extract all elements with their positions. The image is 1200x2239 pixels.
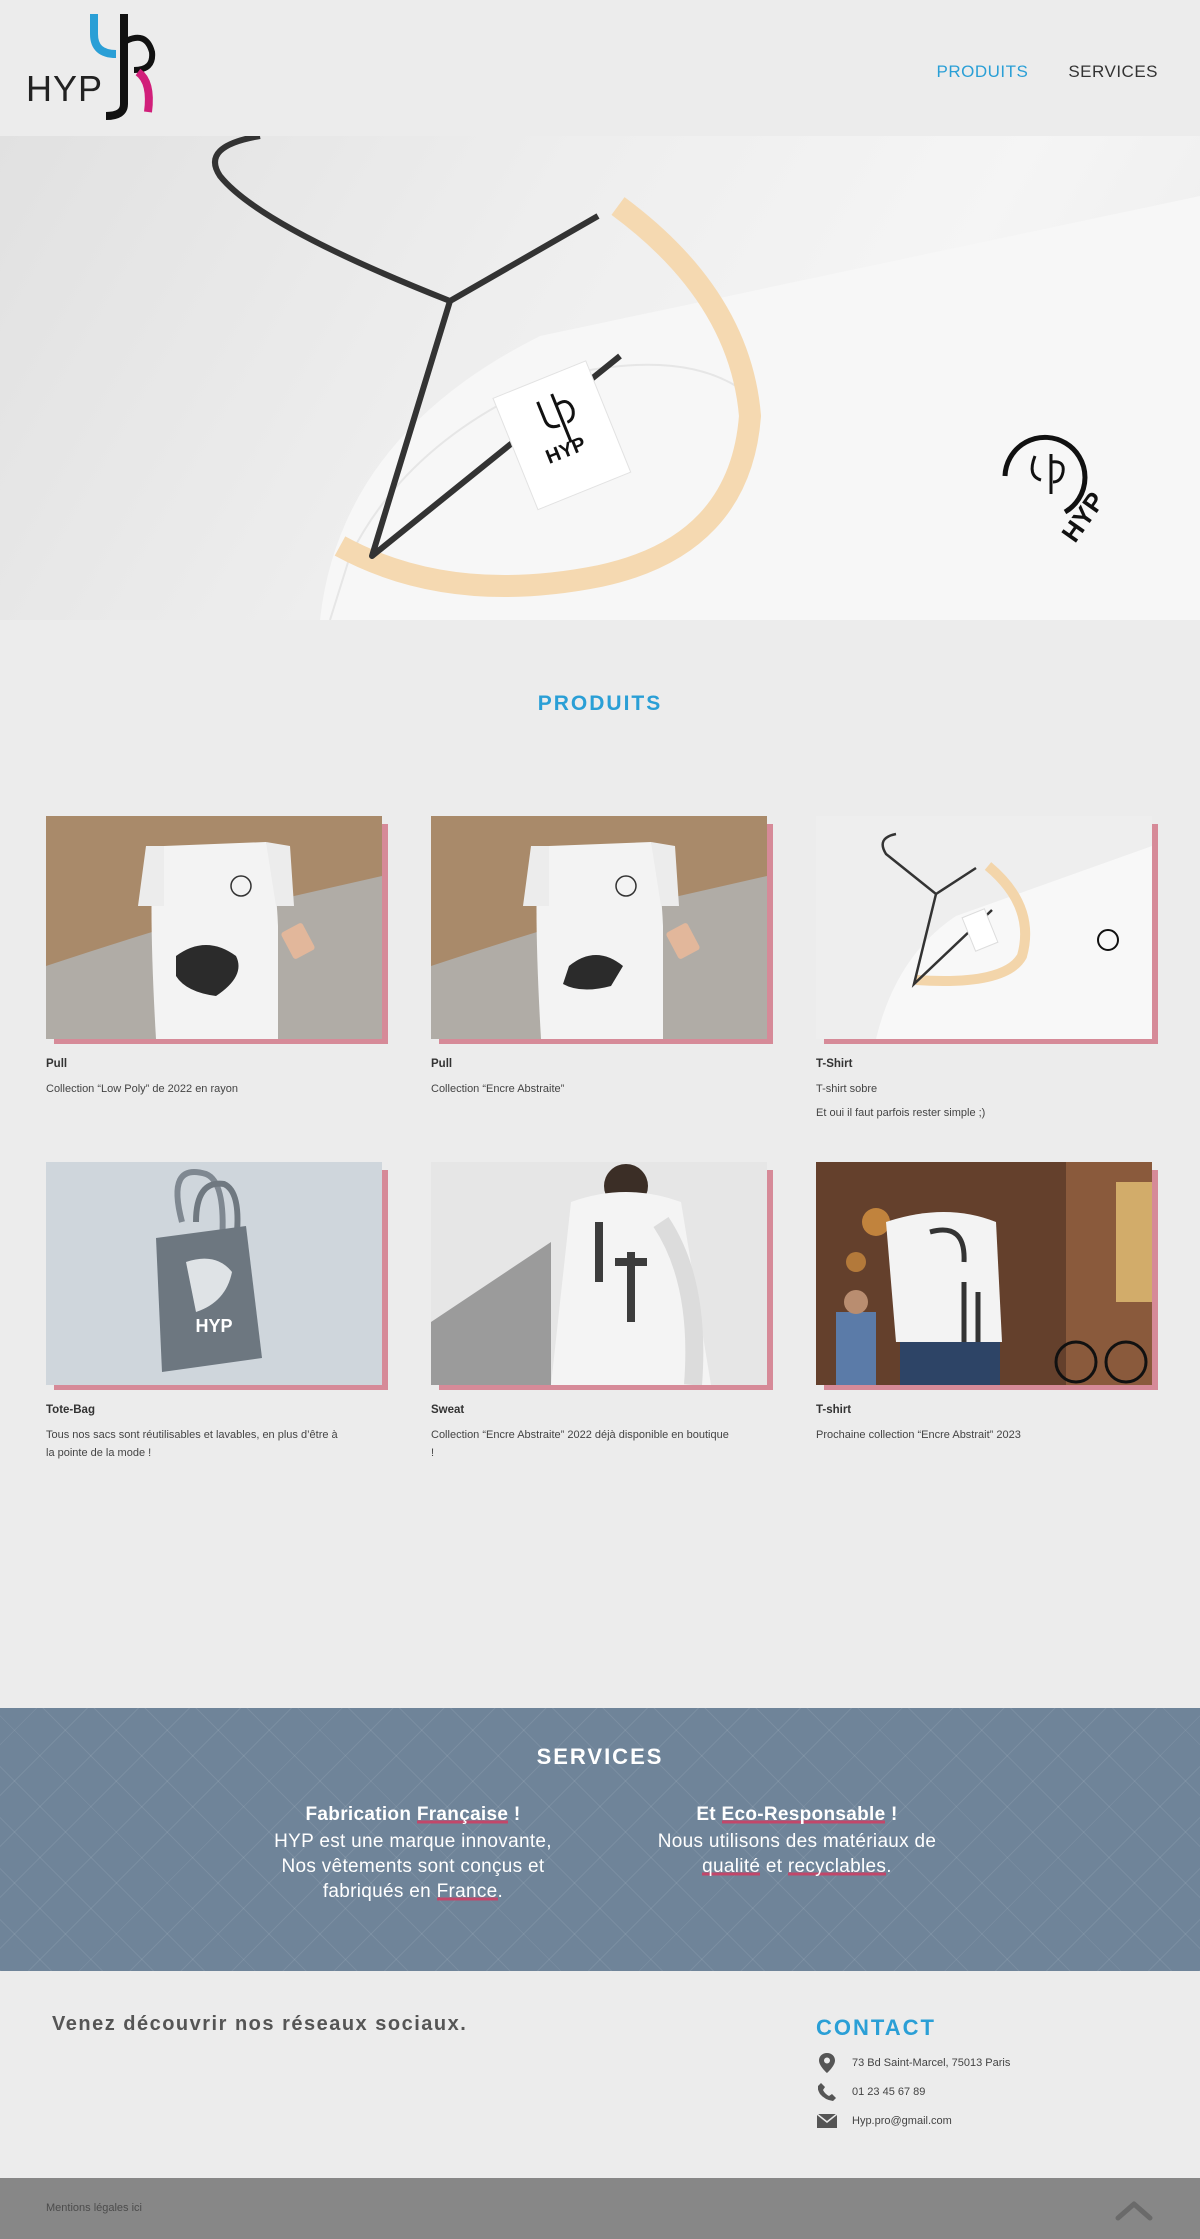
product-title: Pull	[431, 1058, 453, 1070]
location-pin-icon	[816, 2053, 838, 2073]
contact-address: 73 Bd Saint-Marcel, 75013 Paris	[816, 2053, 1010, 2073]
product-description: Collection “Encre Abstraite” 2022 déjà d…	[431, 1429, 729, 1459]
mail-icon	[816, 2111, 838, 2131]
hero-banner: HYP HYP	[0, 136, 1200, 620]
product-title: T-shirt	[816, 1404, 852, 1416]
service-eco: Et Eco-Responsable ! Nous utilisons des …	[657, 1804, 937, 1877]
services-section: SERVICES Fabrication Française ! HYP est…	[0, 1708, 1200, 1971]
product-description: Collection “Low Poly” de 2022 en rayon	[46, 1083, 239, 1095]
legal-link[interactable]: Mentions légales ici	[46, 2202, 142, 2214]
product-card[interactable]: Sweat Collection “Encre Abstraite” 2022 …	[431, 1162, 773, 1462]
product-image-tshirt[interactable]	[816, 816, 1152, 1039]
logo-text: HYP	[26, 68, 104, 109]
main-nav: PRODUITS SERVICES	[936, 62, 1158, 82]
product-card[interactable]: T-shirt Prochaine collection “Encre Abst…	[816, 1162, 1158, 1444]
footer-contact: Venez découvrir nos réseaux sociaux. CON…	[0, 1971, 1200, 2178]
contact-email[interactable]: Hyp.pro@gmail.com	[816, 2111, 952, 2131]
brand-logo[interactable]: HYP	[24, 12, 184, 120]
product-description: Prochaine collection “Encre Abstrait” 20…	[816, 1429, 1021, 1441]
products-heading: PRODUITS	[537, 692, 663, 715]
product-title: Pull	[46, 1058, 68, 1070]
product-description: Et oui il faut parfois rester simple ;)	[816, 1107, 986, 1119]
phone-icon	[816, 2082, 838, 2102]
product-description: T-shirt sobre	[816, 1083, 878, 1095]
contact-heading: CONTACT	[816, 2015, 936, 2040]
product-image-tote-bag[interactable]: HYP	[46, 1162, 382, 1385]
product-description: Tous nos sacs sont réutilisables et lava…	[46, 1429, 338, 1459]
product-title: T-Shirt	[816, 1058, 853, 1070]
product-image-tshirt-model[interactable]	[816, 1162, 1152, 1385]
nav-produits[interactable]: PRODUITS	[936, 62, 1028, 82]
product-image-pull-low-poly[interactable]	[46, 816, 382, 1039]
product-card[interactable]: Pull Collection “Low Poly” de 2022 en ra…	[46, 816, 388, 1098]
tote-print-text: HYP	[195, 1316, 232, 1336]
site-header: HYP PRODUITS SERVICES	[0, 0, 1200, 136]
nav-services[interactable]: SERVICES	[1068, 62, 1158, 82]
service-fabrication: Fabrication Française ! HYP est une marq…	[274, 1804, 552, 1902]
chevron-up-icon[interactable]	[1114, 2198, 1154, 2222]
product-image-sweat[interactable]	[431, 1162, 767, 1385]
product-card[interactable]: T-Shirt T-shirt sobre Et oui il faut par…	[816, 816, 1158, 1122]
product-description: Collection “Encre Abstraite”	[431, 1083, 565, 1095]
hero-tshirt-illustration: HYP HYP	[212, 136, 1200, 620]
social-callout: Venez découvrir nos réseaux sociaux.	[52, 2013, 468, 2035]
product-image-pull-encre[interactable]	[431, 816, 767, 1039]
product-card[interactable]: HYP Tote-Bag Tous nos sacs sont réutilis…	[46, 1162, 388, 1462]
product-card[interactable]: Pull Collection “Encre Abstraite”	[431, 816, 773, 1098]
product-title: Tote-Bag	[46, 1404, 95, 1416]
contact-phone[interactable]: 01 23 45 67 89	[816, 2082, 925, 2102]
services-heading: SERVICES	[536, 1744, 664, 1769]
product-title: Sweat	[431, 1404, 465, 1416]
footer-bar: Mentions légales ici	[0, 2178, 1200, 2239]
